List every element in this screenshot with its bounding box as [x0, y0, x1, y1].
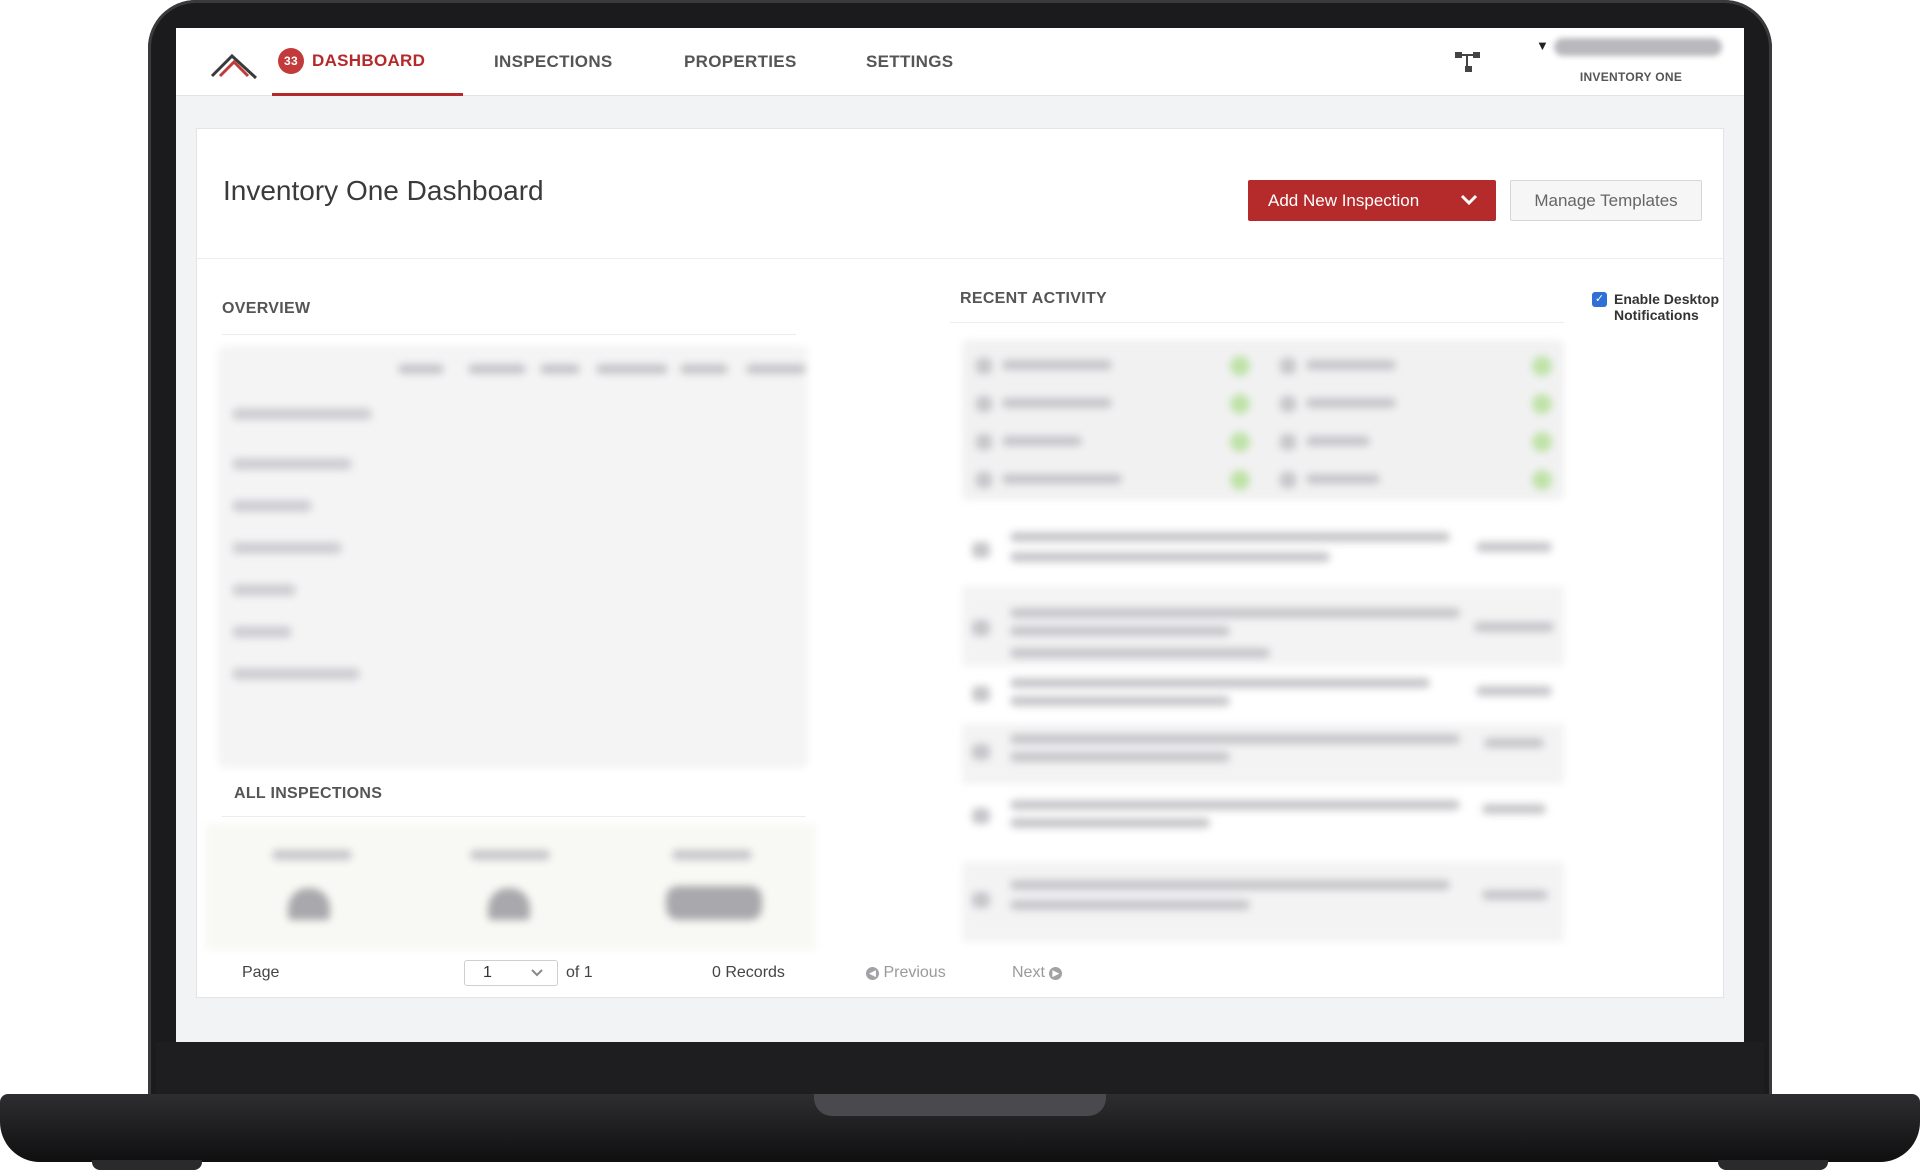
all-inspections-divider	[222, 816, 806, 817]
previous-button[interactable]: ◀ Previous	[866, 964, 946, 982]
tab-settings-label: SETTINGS	[866, 52, 954, 71]
records-count: 0 Records	[712, 964, 785, 981]
add-new-inspection-label: Add New Inspection	[1268, 190, 1420, 210]
laptop-notch	[814, 1094, 1106, 1116]
overview-label: OVERVIEW	[222, 300, 311, 317]
org-name: INVENTORY ONE	[1579, 70, 1683, 84]
desktop-notifications-checkbox[interactable]: ✓	[1592, 292, 1607, 307]
notification-badge: 33	[278, 47, 304, 74]
chevron-down-icon[interactable]	[1460, 190, 1478, 210]
tab-properties-label: PROPERTIES	[684, 52, 797, 71]
page-select-value: 1	[483, 964, 492, 981]
previous-label: Previous	[883, 964, 946, 981]
recent-activity-label: RECENT ACTIVITY	[960, 290, 1108, 307]
top-nav: 33 DASHBOARD INSPECTIONS PROPERTIES SETT…	[176, 28, 1744, 96]
activity-feed-blurred	[962, 512, 1564, 852]
page-label: Page	[242, 964, 280, 981]
desktop-notifications-label: Enable Desktop Notifications	[1614, 291, 1720, 323]
tab-dashboard[interactable]: 33 DASHBOARD	[272, 28, 464, 96]
user-name-blurred	[1554, 38, 1722, 56]
add-new-inspection-button[interactable]: Add New Inspection	[1248, 180, 1496, 221]
next-button[interactable]: Next ▶	[1012, 964, 1063, 982]
activity-feed-blurred-2	[962, 862, 1564, 942]
page-title: Inventory One Dashboard	[223, 175, 544, 206]
chevron-down-icon	[531, 969, 543, 977]
inspection-cards-blurred	[206, 824, 816, 950]
activity-filters-blurred	[962, 340, 1564, 500]
recent-activity-divider	[950, 322, 1564, 323]
all-inspections-label: ALL INSPECTIONS	[234, 785, 383, 802]
chevron-down-icon: ▼	[1536, 38, 1549, 53]
overview-divider	[222, 334, 796, 335]
laptop-foot	[1718, 1160, 1828, 1170]
laptop-chin	[156, 1042, 1764, 1100]
overview-table-blurred	[218, 346, 808, 768]
hierarchy-icon[interactable]	[1454, 50, 1482, 74]
panel-header: Inventory One Dashboard Add New Inspecti…	[197, 129, 1723, 259]
page-select[interactable]: 1	[464, 960, 558, 986]
next-label: Next	[1012, 964, 1045, 981]
tab-properties[interactable]: PROPERTIES	[684, 28, 797, 96]
tab-settings[interactable]: SETTINGS	[866, 28, 953, 96]
user-menu[interactable]: ▼ INVENTORY ONE	[1536, 38, 1726, 84]
page-total: of 1	[566, 964, 593, 981]
app-screen: 33 DASHBOARD INSPECTIONS PROPERTIES SETT…	[176, 28, 1744, 1042]
tab-inspections-label: INSPECTIONS	[494, 52, 613, 71]
laptop-foot	[92, 1160, 202, 1170]
logo-icon[interactable]	[210, 50, 260, 80]
chevron-left-icon: ◀	[866, 967, 879, 980]
chevron-right-icon: ▶	[1049, 967, 1063, 980]
tab-dashboard-label: DASHBOARD	[312, 50, 426, 70]
tab-inspections[interactable]: INSPECTIONS	[494, 28, 613, 96]
manage-templates-button[interactable]: Manage Templates	[1510, 180, 1702, 221]
